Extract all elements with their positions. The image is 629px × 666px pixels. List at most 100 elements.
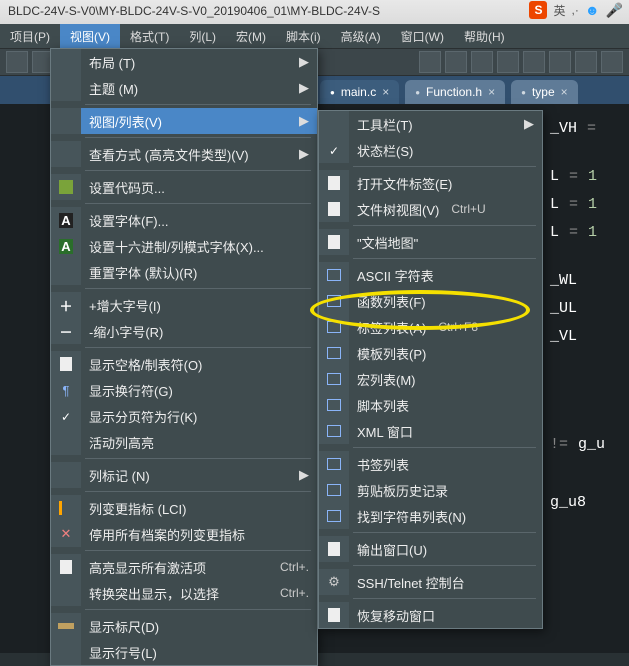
menu-item[interactable]: ASCII 字符表	[319, 262, 542, 288]
list-icon	[319, 262, 349, 288]
menu-item[interactable]: 宏列表(M)	[319, 366, 542, 392]
toolbar-button[interactable]	[6, 51, 28, 73]
menu-item[interactable]: 脚本列表	[319, 392, 542, 418]
menu-item[interactable]: 重置字体 (默认)(R)	[51, 259, 317, 285]
menu-item[interactable]: 模板列表(P)	[319, 340, 542, 366]
menu-item[interactable]: 显示换行符(G)	[51, 377, 317, 403]
submenu-arrow-icon: ▶	[299, 467, 309, 483]
doc-icon	[51, 351, 81, 377]
menu-item-label: 显示标尺(D)	[89, 617, 309, 636]
menu-item[interactable]: 布局 (T)▶	[51, 49, 317, 75]
tab-dot-icon: ●	[521, 88, 526, 97]
menu-item-label: 状态栏(S)	[357, 141, 413, 160]
menu-item[interactable]: 列变更指标 (LCI)	[51, 495, 317, 521]
menu-item-label: 重置字体 (默认)(R)	[89, 263, 309, 282]
menu-帮助(H)[interactable]: 帮助(H)	[454, 24, 515, 48]
toolbar-button[interactable]	[419, 51, 441, 73]
view-menu-dropdown: 布局 (T)▶主题 (M)▶ 视图/列表(V)▶ 查看方式 (高亮文件类型)(V)▶…	[50, 48, 318, 666]
menu-item[interactable]: A设置字体(F)...	[51, 207, 317, 233]
toolbar-button[interactable]	[471, 51, 493, 73]
menu-item[interactable]: 显示行号(L)	[51, 639, 317, 665]
menu-高级(A)[interactable]: 高级(A)	[331, 24, 391, 48]
menu-列(L)[interactable]: 列(L)	[179, 24, 226, 48]
minus-icon	[51, 318, 81, 344]
menu-item[interactable]: 显示分页符为行(K)	[51, 403, 317, 429]
sogou-logo-icon: S	[529, 1, 547, 19]
menu-item[interactable]: 打开文件标签(E)	[319, 170, 542, 196]
menu-item[interactable]: 标签列表(A)Ctrl+F8	[319, 314, 542, 340]
toolbar-button[interactable]	[601, 51, 623, 73]
menu-item[interactable]: 状态栏(S)	[319, 137, 542, 163]
close-icon[interactable]: ×	[561, 85, 568, 99]
close-icon[interactable]: ×	[488, 85, 495, 99]
menu-separator	[353, 532, 536, 533]
menu-item[interactable]: SSH/Telnet 控制台	[319, 569, 542, 595]
ime-punct[interactable]: ,·	[571, 3, 578, 17]
menu-宏(M)[interactable]: 宏(M)	[226, 24, 276, 48]
menu-项目(P)[interactable]: 项目(P)	[0, 24, 60, 48]
menu-item[interactable]: 高亮显示所有激活项Ctrl+.	[51, 554, 317, 580]
menu-item-label: 文件树视图(V)	[357, 200, 439, 219]
menu-item[interactable]: 显示标尺(D)	[51, 613, 317, 639]
menu-item[interactable]: 设置代码页...	[51, 174, 317, 200]
menu-separator	[85, 170, 311, 171]
menu-item[interactable]: 显示空格/制表符(O)	[51, 351, 317, 377]
menu-item[interactable]: 活动列高亮	[51, 429, 317, 455]
list-icon	[319, 340, 349, 366]
menu-item[interactable]: +增大字号(I)	[51, 292, 317, 318]
toolbar-button[interactable]	[549, 51, 571, 73]
code-text: g_u	[578, 436, 605, 453]
menu-separator	[85, 458, 311, 459]
menu-item-label: 函数列表(F)	[357, 292, 426, 311]
menu-item[interactable]: A设置十六进制/列模式字体(X)...	[51, 233, 317, 259]
plus-icon	[51, 292, 81, 318]
menu-separator	[353, 598, 536, 599]
toolbar-button[interactable]	[497, 51, 519, 73]
file-tab[interactable]: ●main.c×	[320, 80, 399, 104]
close-icon[interactable]: ×	[382, 85, 389, 99]
menu-item[interactable]: 剪贴板历史记录	[319, 477, 542, 503]
menu-格式(T)[interactable]: 格式(T)	[120, 24, 179, 48]
toolbar-button[interactable]	[445, 51, 467, 73]
menu-item-label: 设置字体(F)...	[89, 211, 309, 230]
blank-icon	[51, 580, 81, 606]
menu-item[interactable]: "文档地图"	[319, 229, 542, 255]
file-tab[interactable]: ●Function.h×	[405, 80, 505, 104]
menu-item[interactable]: 找到字符串列表(N)	[319, 503, 542, 529]
sq-icon	[51, 174, 81, 200]
menu-item[interactable]: 书签列表	[319, 451, 542, 477]
menu-item[interactable]: 恢复移动窗口	[319, 602, 542, 628]
code-text: !=	[550, 436, 568, 453]
menu-item-label: 找到字符串列表(N)	[357, 507, 466, 526]
menu-item[interactable]: 输出窗口(U)	[319, 536, 542, 562]
menu-视图(V)[interactable]: 视图(V)	[60, 24, 120, 48]
menu-item-label: 设置代码页...	[89, 178, 309, 197]
submenu-arrow-icon: ▶	[524, 116, 534, 132]
menu-item[interactable]: 停用所有档案的列变更指标	[51, 521, 317, 547]
mic-icon[interactable]: 🎤	[606, 2, 623, 19]
menu-item[interactable]: 文件树视图(V)Ctrl+U	[319, 196, 542, 222]
ime-lang[interactable]: 英	[553, 2, 565, 19]
submenu-arrow-icon: ▶	[299, 80, 309, 96]
menu-item[interactable]: -缩小字号(R)	[51, 318, 317, 344]
menu-item[interactable]: 函数列表(F)	[319, 288, 542, 314]
menu-separator	[85, 137, 311, 138]
toolbar-button[interactable]	[523, 51, 545, 73]
chk-icon	[319, 137, 349, 163]
menu-separator	[85, 347, 311, 348]
file-tab[interactable]: ●type×	[511, 80, 578, 104]
menu-窗口(W)[interactable]: 窗口(W)	[391, 24, 454, 48]
menu-item[interactable]: 列标记 (N)▶	[51, 462, 317, 488]
menu-separator	[85, 550, 311, 551]
menu-item-label: 书签列表	[357, 455, 409, 474]
menu-item[interactable]: 主题 (M)▶	[51, 75, 317, 101]
menu-item[interactable]: 工具栏(T)▶	[319, 111, 542, 137]
smile-icon[interactable]: ☻	[585, 2, 600, 18]
menu-item[interactable]: 视图/列表(V)▶	[51, 108, 317, 134]
menu-item[interactable]: 转换突出显示，以选择Ctrl+.	[51, 580, 317, 606]
menu-脚本(i)[interactable]: 脚本(i)	[276, 24, 331, 48]
menu-item[interactable]: 查看方式 (高亮文件类型)(V)▶	[51, 141, 317, 167]
toolbar-button[interactable]	[575, 51, 597, 73]
menu-separator	[85, 288, 311, 289]
menu-item[interactable]: XML 窗口	[319, 418, 542, 444]
